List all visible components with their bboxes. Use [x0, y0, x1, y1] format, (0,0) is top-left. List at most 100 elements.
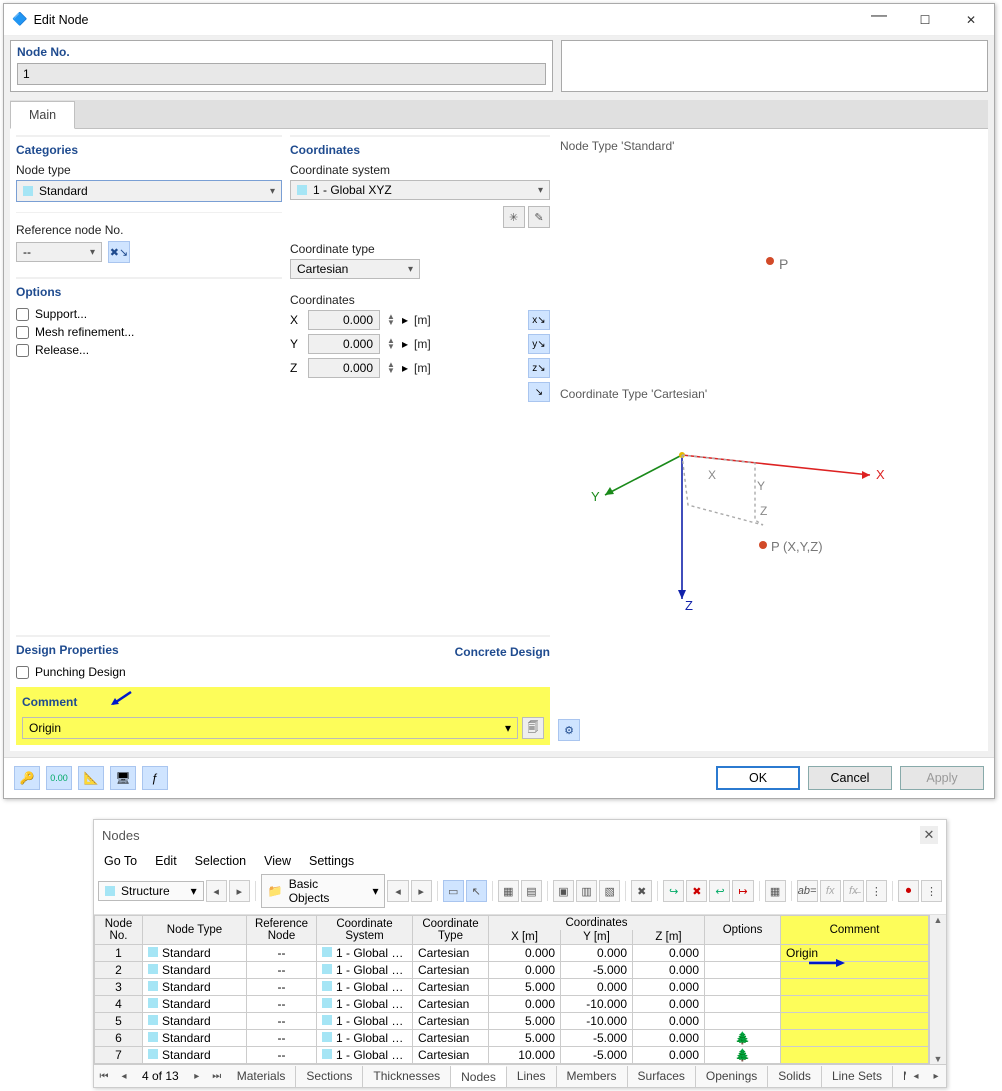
menu-selection[interactable]: Selection [195, 854, 246, 868]
sheet-tab[interactable]: Sections [296, 1066, 363, 1087]
new-cs-button[interactable]: ✳ [503, 206, 525, 228]
stepper-icon[interactable]: ▲▼ [386, 314, 396, 326]
table-row[interactable]: 1Standard--1 - Global XYZCartesian0.0000… [95, 945, 929, 962]
sheet-scroll-left[interactable]: ◂ [906, 1065, 926, 1087]
sheet-tab[interactable]: Member S [893, 1066, 906, 1087]
vertical-scrollbar[interactable]: ▲▼ [929, 915, 946, 1064]
col-coords-group[interactable]: Coordinates [489, 916, 705, 931]
tab-main[interactable]: Main [10, 101, 75, 129]
table-row[interactable]: 4Standard--1 - Global XYZCartesian0.000-… [95, 996, 929, 1013]
sheet-tab[interactable]: Surfaces [628, 1066, 696, 1087]
menu-view[interactable]: View [264, 854, 291, 868]
nav-prev2-button[interactable]: ◂ [387, 880, 408, 902]
structure-filter-select[interactable]: Structure▾ [98, 881, 204, 901]
sheet-tab[interactable]: Members [557, 1066, 628, 1087]
table-close-button[interactable]: ✕ [920, 826, 938, 844]
sheet-tab[interactable]: Line Sets [822, 1066, 893, 1087]
last-page-button[interactable]: ⏭ [207, 1065, 227, 1087]
sheet-tab[interactable]: Openings [696, 1066, 768, 1087]
calc-button[interactable]: 📐 [78, 766, 104, 790]
col-z[interactable]: Z [m] [633, 930, 705, 945]
basic-objects-select[interactable]: 📁Basic Objects▾ [261, 874, 386, 908]
tool-end2[interactable]: ⋮ [921, 880, 942, 902]
fx-del-button[interactable]: fx̶ [843, 880, 864, 902]
tool-a[interactable]: ▦ [498, 880, 519, 902]
next-page-button[interactable]: ▸ [187, 1065, 207, 1087]
node-no-input[interactable]: 1 [17, 63, 546, 85]
units-button[interactable]: 0.00 [46, 766, 72, 790]
record-button[interactable]: ⏺ [898, 880, 919, 902]
del-red-button[interactable]: ✖ [686, 880, 707, 902]
nav-prev-button[interactable]: ◂ [206, 880, 227, 902]
select-tool-button[interactable]: ▭ [443, 880, 464, 902]
script-button[interactable]: ƒ [142, 766, 168, 790]
col-node-no[interactable]: NodeNo. [95, 916, 143, 945]
pick-z-button[interactable]: z↘ [528, 358, 550, 378]
coord-y-input[interactable]: 0.000 [308, 334, 380, 354]
tool-c[interactable]: ▣ [553, 880, 574, 902]
sheet-tab[interactable]: Nodes [451, 1066, 507, 1087]
stepper-icon[interactable]: ▲▼ [386, 338, 396, 350]
col-ref-node[interactable]: ReferenceNode [247, 916, 317, 945]
prev-page-button[interactable]: ◂ [114, 1065, 134, 1087]
sheet-tab[interactable]: Thicknesses [363, 1066, 451, 1087]
nav-next-button[interactable]: ▸ [229, 880, 250, 902]
sheet-scroll-right[interactable]: ▸ [926, 1065, 946, 1087]
sheet-tab[interactable]: Solids [768, 1066, 822, 1087]
col-coord-sys[interactable]: CoordinateSystem [317, 916, 413, 945]
table-row[interactable]: 3Standard--1 - Global XYZCartesian5.0000… [95, 979, 929, 996]
chevron-right-icon[interactable]: ▸ [402, 313, 408, 327]
mesh-refinement-checkbox[interactable]: Mesh refinement... [16, 323, 282, 341]
coord-system-select[interactable]: 1 - Global XYZ ▾ [290, 180, 550, 200]
view-button[interactable]: 🖥 [110, 766, 136, 790]
tool-b[interactable]: ▤ [521, 880, 542, 902]
first-page-button[interactable]: ⏮ [94, 1065, 114, 1087]
pick-x-button[interactable]: x↘ [528, 310, 550, 330]
tool-e[interactable]: ▧ [599, 880, 620, 902]
chevron-right-icon[interactable]: ▸ [402, 361, 408, 375]
fx-button[interactable]: fx [820, 880, 841, 902]
chevron-right-icon[interactable]: ▸ [402, 337, 408, 351]
tool-end1[interactable]: ⋮ [866, 880, 887, 902]
col-options[interactable]: Options [705, 916, 781, 945]
pick-ref-node-button[interactable]: ✖↘ [108, 241, 130, 263]
edit-cs-button[interactable]: ✎ [528, 206, 550, 228]
nodes-grid[interactable]: NodeNo. Node Type ReferenceNode Coordina… [94, 915, 929, 1064]
comment-edit-button[interactable]: 🗐 [522, 717, 544, 739]
menu-goto[interactable]: Go To [104, 854, 137, 868]
release-checkbox[interactable]: Release... [16, 341, 282, 359]
col-coord-type[interactable]: CoordinateType [413, 916, 489, 945]
export-button[interactable]: ↪ [663, 880, 684, 902]
ok-button[interactable]: OK [716, 766, 800, 790]
menu-edit[interactable]: Edit [155, 854, 177, 868]
punching-design-checkbox[interactable]: Punching Design [16, 663, 550, 681]
col-y[interactable]: Y [m] [561, 930, 633, 945]
rename-button[interactable]: ab= [797, 880, 818, 902]
tool-grid[interactable]: ▦ [765, 880, 786, 902]
sheet-tab[interactable]: Materials [227, 1066, 297, 1087]
menu-settings[interactable]: Settings [309, 854, 354, 868]
stepper-icon[interactable]: ▲▼ [386, 362, 396, 374]
delete-button[interactable]: ✖ [631, 880, 652, 902]
pick-y-button[interactable]: y↘ [528, 334, 550, 354]
col-x[interactable]: X [m] [489, 930, 561, 945]
comment-combo[interactable]: Origin▾ [22, 717, 518, 739]
close-button[interactable]: ✕ [948, 4, 994, 36]
table-row[interactable]: 2Standard--1 - Global XYZCartesian0.000-… [95, 962, 929, 979]
settings-preview-button[interactable]: ⚙ [558, 719, 580, 741]
nav-next2-button[interactable]: ▸ [411, 880, 432, 902]
coord-x-input[interactable]: 0.000 [308, 310, 380, 330]
minimize-button[interactable]: — [856, 4, 902, 36]
import-button[interactable]: ↩ [709, 880, 730, 902]
pick-tool-button[interactable]: ↖ [466, 880, 487, 902]
maximize-button[interactable]: ☐ [902, 4, 948, 36]
col-node-type[interactable]: Node Type [143, 916, 247, 945]
col-comment[interactable]: Comment [781, 916, 929, 945]
support-checkbox[interactable]: Support... [16, 305, 282, 323]
help-button[interactable]: 🔑 [14, 766, 40, 790]
ref-node-select[interactable]: --▾ [16, 242, 102, 262]
pick-xyz-button[interactable]: ↘ [528, 382, 550, 402]
tool-d[interactable]: ▥ [576, 880, 597, 902]
table-row[interactable]: 7Standard--1 - Global XYZCartesian10.000… [95, 1047, 929, 1064]
sheet-tab[interactable]: Lines [507, 1066, 557, 1087]
